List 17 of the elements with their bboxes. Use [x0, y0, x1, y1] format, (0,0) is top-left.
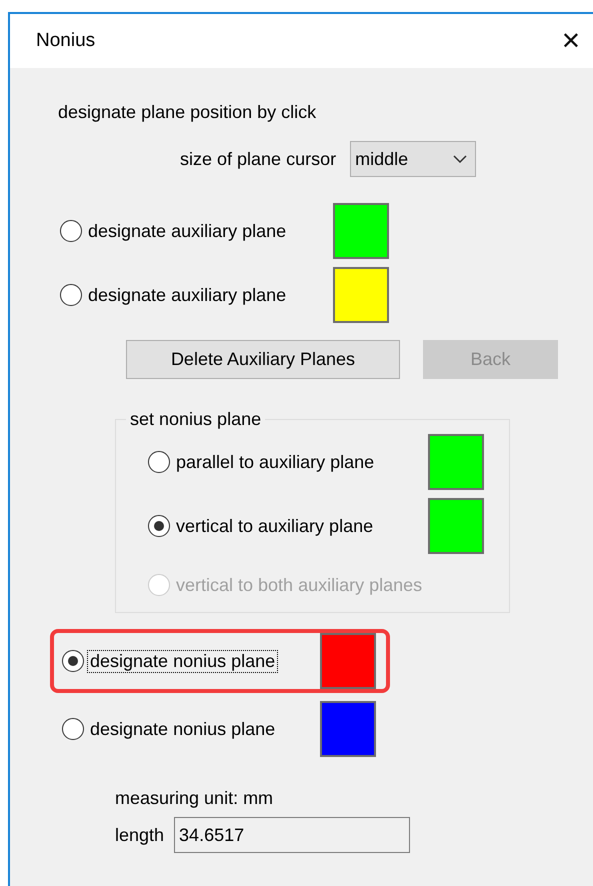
radio-label: designate nonius plane — [89, 718, 276, 740]
radio-label: vertical to auxiliary plane — [175, 516, 374, 536]
radio-label: designate auxiliary plane — [87, 220, 288, 242]
window-title: Nonius — [36, 30, 96, 52]
length-label: length — [115, 824, 164, 846]
radio-label: parallel to auxiliary plane — [175, 452, 376, 472]
instruction-text: designate plane position by click — [58, 101, 318, 123]
group-title: set nonius plane — [129, 409, 262, 430]
cursor-size-dropdown[interactable]: middle — [350, 141, 476, 177]
length-field[interactable]: 34.6517 — [174, 817, 410, 853]
radio-label: vertical to both auxiliary planes — [175, 574, 424, 596]
cursor-size-label: size of plane cursor — [180, 148, 336, 170]
measuring-unit-text: measuring unit: mm — [115, 787, 274, 809]
delete-button[interactable]: Delete Auxiliary Planes — [126, 340, 400, 379]
radio-label: designate auxiliary plane — [87, 284, 288, 306]
close-button[interactable]: ✕ — [556, 27, 585, 55]
radio-label: designate nonius plane — [88, 650, 278, 672]
